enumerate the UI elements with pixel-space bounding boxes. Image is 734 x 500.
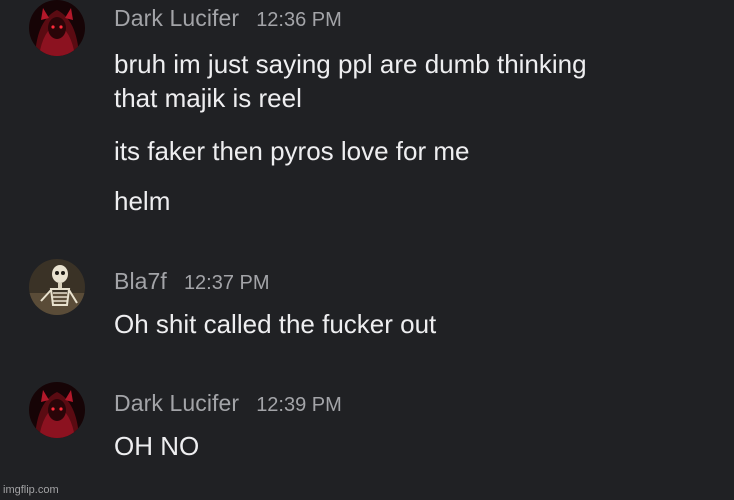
timestamp: 12:36 PM (256, 9, 342, 31)
message-text: helm (114, 186, 171, 216)
timestamp: 12:37 PM (183, 272, 270, 294)
message-text: bruh im just saying ppl are dumb thinkin… (114, 49, 587, 79)
message-text: Oh shit called the fucker out (114, 309, 437, 339)
message-text: OH NO (114, 431, 200, 461)
username[interactable]: Bla7f (114, 268, 167, 295)
skeleton-avatar-icon[interactable] (29, 259, 85, 315)
message-header: Dark Lucifer 12:36 PM (114, 5, 342, 32)
imgflip-watermark: imgflip.com (3, 484, 59, 496)
dark-red-anime-avatar-icon[interactable] (29, 0, 85, 56)
message-text: its faker then pyros love for me (114, 136, 470, 166)
message-text: that majik is reel (114, 83, 302, 113)
message-header: Bla7f 12:37 PM (114, 268, 270, 295)
timestamp: 12:39 PM (256, 394, 342, 416)
message-header: Dark Lucifer 12:39 PM (114, 390, 342, 417)
username[interactable]: Dark Lucifer (114, 390, 239, 417)
username[interactable]: Dark Lucifer (114, 5, 239, 32)
dark-red-anime-avatar-icon[interactable] (29, 382, 85, 438)
